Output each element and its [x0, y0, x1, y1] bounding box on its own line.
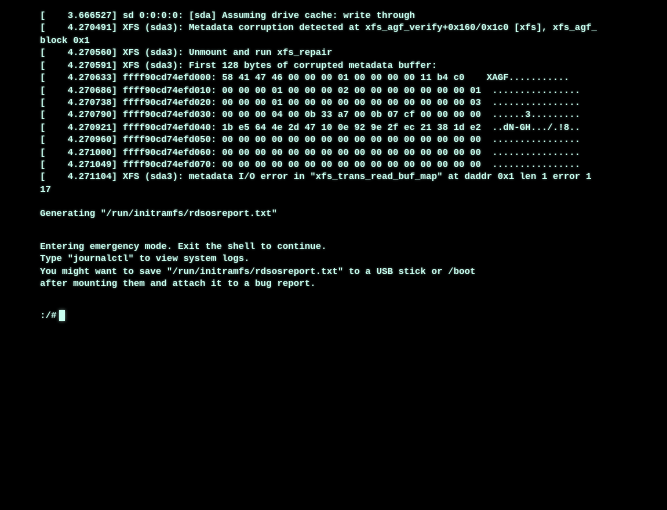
emergency-mode-line: You might want to save "/run/initramfs/r… [40, 266, 657, 278]
kernel-log-hexdump: [ 4.270960] ffff90cd74efd050: 00 00 00 0… [40, 134, 657, 146]
kernel-log-hexdump: [ 4.270738] ffff90cd74efd020: 00 00 00 0… [40, 97, 657, 109]
console-screen: [ 3.666527] sd 0:0:0:0: [sda] Assuming d… [0, 10, 667, 323]
kernel-log-hexdump: [ 4.270790] ffff90cd74efd030: 00 00 00 0… [40, 109, 657, 121]
emergency-mode-line: Type "journalctl" to view system logs. [40, 253, 657, 265]
kernel-log-line: 17 [40, 184, 657, 196]
kernel-log-line: [ 4.270560] XFS (sda3): Unmount and run … [40, 47, 657, 59]
kernel-log-hexdump: [ 4.271049] ffff90cd74efd070: 00 00 00 0… [40, 159, 657, 171]
kernel-log-line: [ 4.270491] XFS (sda3): Metadata corrupt… [40, 22, 657, 34]
kernel-log-line: [ 4.270591] XFS (sda3): First 128 bytes … [40, 60, 657, 72]
kernel-log-hexdump: [ 4.271000] ffff90cd74efd060: 00 00 00 0… [40, 147, 657, 159]
kernel-log-line: [ 4.271104] XFS (sda3): metadata I/O err… [40, 171, 657, 183]
generating-report-line: Generating "/run/initramfs/rdsosreport.t… [40, 208, 657, 220]
kernel-log-hexdump: [ 4.270686] ffff90cd74efd010: 00 00 00 0… [40, 85, 657, 97]
emergency-mode-line: after mounting them and attach it to a b… [40, 278, 657, 290]
kernel-log-hexdump: [ 4.270921] ffff90cd74efd040: 1b e5 64 4… [40, 122, 657, 134]
prompt-text: :/# [40, 310, 57, 321]
kernel-log-hexdump: [ 4.270633] ffff90cd74efd000: 58 41 47 4… [40, 72, 657, 84]
emergency-mode-line: Entering emergency mode. Exit the shell … [40, 241, 657, 253]
kernel-log-line: block 0x1 [40, 35, 657, 47]
cursor-block [59, 310, 65, 321]
shell-prompt[interactable]: :/# [40, 310, 657, 322]
kernel-log-line: [ 3.666527] sd 0:0:0:0: [sda] Assuming d… [40, 10, 657, 22]
